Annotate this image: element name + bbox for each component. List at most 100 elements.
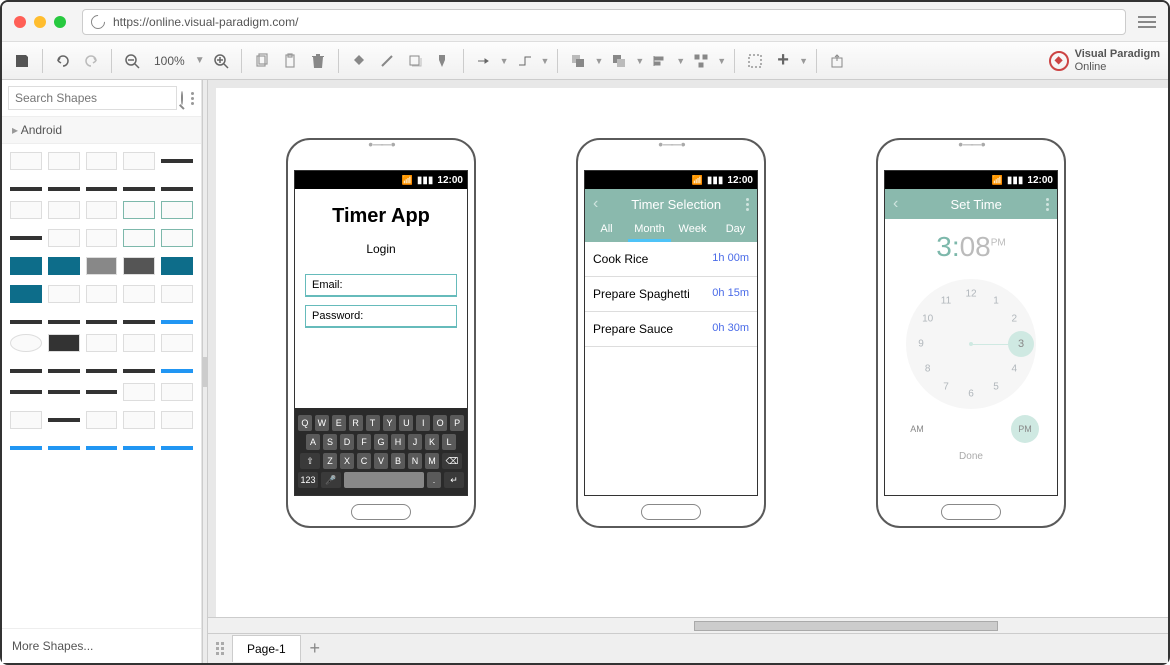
shape-thumb[interactable] xyxy=(10,201,42,219)
shape-thumb[interactable] xyxy=(123,201,155,219)
clock-number[interactable]: 10 xyxy=(918,314,938,325)
keyboard-key[interactable]: V xyxy=(374,453,388,469)
clock-number-selected[interactable]: 3 xyxy=(1008,331,1034,357)
clock-number[interactable]: 2 xyxy=(1004,314,1024,325)
export-button[interactable] xyxy=(825,49,849,73)
keyboard-key[interactable]: R xyxy=(349,415,363,431)
shape-thumb[interactable] xyxy=(123,369,155,373)
timer-list-item[interactable]: Prepare Spaghetti0h 15m xyxy=(585,277,757,312)
shape-thumb[interactable] xyxy=(48,418,80,422)
url-bar[interactable]: https://online.visual-paradigm.com/ xyxy=(82,9,1126,35)
keyboard-key[interactable]: F xyxy=(357,434,371,450)
page-tab[interactable]: Page-1 xyxy=(232,635,301,662)
add-page-button[interactable]: + xyxy=(301,635,329,663)
shape-thumb[interactable] xyxy=(48,187,80,191)
filter-tab[interactable]: Week xyxy=(671,219,714,242)
keyboard-key[interactable]: . xyxy=(427,472,441,488)
keyboard-key[interactable]: J xyxy=(408,434,422,450)
shape-thumb[interactable] xyxy=(161,320,193,324)
shape-thumb[interactable] xyxy=(86,285,118,303)
shape-thumb[interactable] xyxy=(10,187,42,191)
shape-thumb[interactable] xyxy=(48,446,80,450)
shape-thumb[interactable] xyxy=(123,383,155,401)
password-field[interactable]: Password: xyxy=(305,305,457,328)
keyboard-key[interactable]: ↵ xyxy=(444,472,464,488)
shape-thumb[interactable] xyxy=(48,285,80,303)
keyboard-key[interactable]: P xyxy=(450,415,464,431)
diagram-canvas[interactable]: • ── • ▮▮▮12:00 Timer App Login Email: P… xyxy=(216,88,1168,617)
clock-number[interactable]: 5 xyxy=(986,382,1006,393)
more-shapes-link[interactable]: More Shapes... xyxy=(2,628,201,663)
clock-number[interactable]: 9 xyxy=(911,339,931,350)
home-button[interactable] xyxy=(941,504,1001,520)
shape-thumb[interactable] xyxy=(48,152,80,170)
shape-thumb[interactable] xyxy=(161,446,193,450)
mockup-phone-timer-list[interactable]: • ── • ▮▮▮12:00 ‹ Timer Selection AllMon… xyxy=(576,138,766,528)
reload-icon[interactable] xyxy=(88,12,108,32)
keyboard-key[interactable]: K xyxy=(425,434,439,450)
copy-button[interactable] xyxy=(250,49,274,73)
shape-thumb[interactable] xyxy=(123,257,155,275)
shape-thumb[interactable] xyxy=(10,411,42,429)
shape-thumb[interactable] xyxy=(86,187,118,191)
shape-thumb[interactable] xyxy=(48,334,80,352)
shape-thumb[interactable] xyxy=(161,201,193,219)
palette-header-android[interactable]: Android xyxy=(2,117,201,144)
align-button[interactable] xyxy=(648,49,672,73)
delete-button[interactable] xyxy=(306,49,330,73)
close-window-button[interactable] xyxy=(14,16,26,28)
minimize-window-button[interactable] xyxy=(34,16,46,28)
keyboard-key[interactable]: 123 xyxy=(298,472,318,488)
shape-thumb[interactable] xyxy=(161,159,193,163)
shape-thumb[interactable] xyxy=(161,383,193,401)
format-painter-button[interactable] xyxy=(431,49,455,73)
shape-thumb[interactable] xyxy=(123,229,155,247)
back-icon[interactable]: ‹ xyxy=(893,195,898,213)
keyboard-key[interactable]: D xyxy=(340,434,354,450)
keyboard-key[interactable]: I xyxy=(416,415,430,431)
to-back-button[interactable] xyxy=(607,49,631,73)
shape-thumb[interactable] xyxy=(86,229,118,247)
shape-thumb[interactable] xyxy=(161,411,193,429)
shape-thumb[interactable] xyxy=(86,201,118,219)
clock-face[interactable]: 121234567891011 xyxy=(906,279,1036,409)
keyboard-key[interactable]: O xyxy=(433,415,447,431)
keyboard-key[interactable] xyxy=(344,472,424,488)
done-button[interactable]: Done xyxy=(885,443,1057,470)
paste-button[interactable] xyxy=(278,49,302,73)
shape-thumb[interactable] xyxy=(86,257,118,275)
shape-thumb[interactable] xyxy=(86,320,118,324)
shape-thumb[interactable] xyxy=(86,369,118,373)
am-button[interactable]: AM xyxy=(903,415,931,443)
keyboard-key[interactable]: Q xyxy=(298,415,312,431)
shape-thumb[interactable] xyxy=(161,369,193,373)
shape-thumb[interactable] xyxy=(86,334,118,352)
drag-handle-icon[interactable] xyxy=(208,642,232,655)
keyboard-key[interactable]: M xyxy=(425,453,439,469)
shape-thumb[interactable] xyxy=(48,201,80,219)
shape-thumb[interactable] xyxy=(86,446,118,450)
clock-number[interactable]: 6 xyxy=(961,389,981,400)
shape-thumb[interactable] xyxy=(10,369,42,373)
shape-thumb[interactable] xyxy=(48,369,80,373)
mockup-phone-set-time[interactable]: • ── • ▮▮▮12:00 ‹ Set Time xyxy=(876,138,1066,528)
home-button[interactable] xyxy=(351,504,411,520)
sidebar-menu-icon[interactable] xyxy=(187,92,198,105)
menu-icon[interactable] xyxy=(1046,198,1049,211)
horizontal-scrollbar[interactable] xyxy=(208,617,1168,633)
hamburger-icon[interactable] xyxy=(1138,16,1156,28)
zoom-out-button[interactable] xyxy=(120,49,144,73)
zoom-level[interactable]: 100% xyxy=(148,54,191,68)
keyboard-key[interactable]: N xyxy=(408,453,422,469)
shadow-button[interactable] xyxy=(403,49,427,73)
save-button[interactable] xyxy=(10,49,34,73)
shape-thumb[interactable] xyxy=(123,334,155,352)
shape-thumb[interactable] xyxy=(86,411,118,429)
shape-thumb[interactable] xyxy=(48,390,80,394)
connector-button[interactable] xyxy=(472,49,496,73)
shape-thumb[interactable] xyxy=(48,320,80,324)
keyboard-key[interactable]: C xyxy=(357,453,371,469)
shape-thumb[interactable] xyxy=(123,285,155,303)
shape-thumb[interactable] xyxy=(161,257,193,275)
clock-number[interactable]: 11 xyxy=(936,295,956,306)
